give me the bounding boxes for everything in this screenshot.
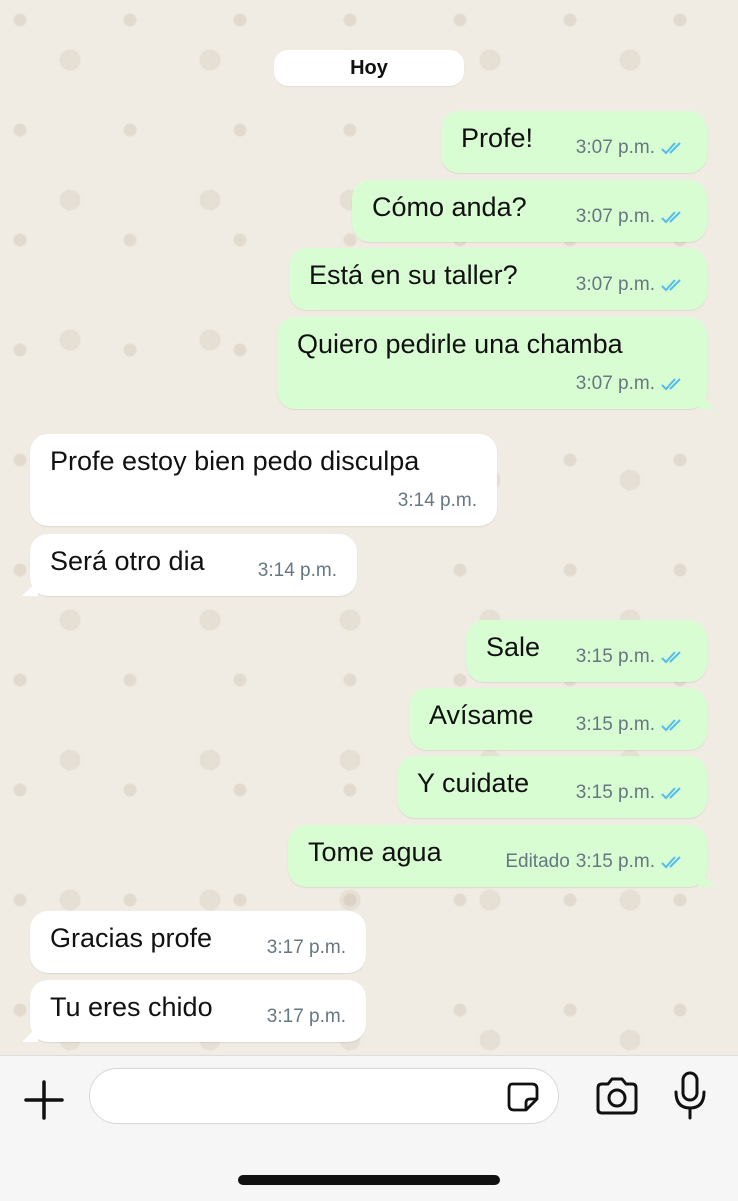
message-bubble-incoming[interactable]: Tu eres chido 3:17 p.m.	[22, 980, 366, 1042]
message-time: 3:14 p.m.	[397, 490, 477, 511]
message-input[interactable]	[89, 1068, 559, 1124]
edited-label: Editado	[505, 851, 570, 872]
bubble-tail	[699, 871, 715, 887]
double-check-icon	[661, 651, 681, 664]
double-check-icon	[661, 279, 681, 292]
message-bubble-incoming[interactable]: Será otro dia 3:14 p.m.	[22, 534, 357, 596]
message-time: 3:07 p.m.	[575, 206, 655, 227]
message-time: 3:14 p.m.	[257, 560, 337, 581]
home-indicator	[238, 1175, 500, 1185]
message-bubble-incoming[interactable]: Profe estoy bien pedo disculpa 3:14 p.m.	[30, 434, 497, 526]
message-meta: 3:07 p.m.	[576, 373, 687, 395]
message-input-bar	[0, 1055, 738, 1201]
message-meta: Editado 3:15 p.m.	[505, 851, 687, 873]
message-bubble-outgoing[interactable]: Está en su taller? 3:07 p.m.	[289, 248, 707, 310]
message-time: 3:17 p.m.	[266, 1006, 346, 1027]
message-text: Profe estoy bien pedo disculpa	[50, 446, 420, 476]
message-bubble-outgoing[interactable]: Tome agua Editado 3:15 p.m.	[288, 825, 715, 887]
message-meta: 3:17 p.m.	[267, 937, 346, 959]
message-text: Quiero pedirle una chamba	[297, 329, 623, 359]
message-text: Gracias profe	[50, 923, 213, 953]
message-bubble-outgoing[interactable]: Profe! 3:07 p.m.	[441, 111, 707, 173]
message-bubble-outgoing[interactable]: Avísame 3:15 p.m.	[409, 688, 707, 750]
message-bubble-outgoing[interactable]: Sale 3:15 p.m.	[466, 620, 707, 682]
bubble-tail	[22, 1026, 38, 1042]
chat-background: Hoy Profe! 3:07 p.m. Cómo anda? 3:07 p.m…	[0, 0, 738, 1055]
bubble-tail	[22, 580, 38, 596]
message-text-input[interactable]	[108, 1079, 492, 1115]
message-time: 3:15 p.m.	[575, 714, 655, 735]
double-check-icon	[661, 211, 681, 224]
message-time: 3:15 p.m.	[575, 782, 655, 803]
double-check-icon	[661, 378, 681, 391]
message-text: Sale	[486, 632, 541, 662]
message-meta: 3:15 p.m.	[576, 714, 687, 736]
message-time: 3:15 p.m.	[575, 646, 655, 667]
message-time: 3:17 p.m.	[266, 937, 346, 958]
message-meta: 3:15 p.m.	[576, 646, 687, 668]
message-text: Está en su taller?	[309, 260, 518, 290]
double-check-icon	[661, 787, 681, 800]
plus-icon[interactable]	[22, 1078, 66, 1122]
camera-icon[interactable]	[594, 1076, 640, 1116]
message-meta: 3:07 p.m.	[576, 206, 687, 228]
message-text: Y cuidate	[417, 768, 530, 798]
message-bubble-outgoing[interactable]: Y cuidate 3:15 p.m.	[397, 756, 707, 818]
message-bubble-incoming[interactable]: Gracias profe 3:17 p.m.	[30, 911, 366, 973]
message-time: 3:07 p.m.	[575, 137, 655, 158]
message-time: 3:07 p.m.	[575, 274, 655, 295]
date-separator: Hoy	[274, 50, 464, 86]
microphone-icon[interactable]	[672, 1070, 708, 1122]
double-check-icon	[661, 719, 681, 732]
message-meta: 3:17 p.m.	[267, 1006, 346, 1028]
message-meta: 3:07 p.m.	[576, 137, 687, 159]
message-time: 3:07 p.m.	[575, 373, 655, 394]
message-bubble-outgoing[interactable]: Quiero pedirle una chamba 3:07 p.m.	[277, 317, 715, 409]
message-text: Profe!	[461, 123, 534, 153]
message-bubble-outgoing[interactable]: Cómo anda? 3:07 p.m.	[352, 180, 707, 242]
message-text: Tome agua	[308, 837, 442, 867]
message-time: 3:15 p.m.	[575, 851, 655, 872]
message-meta: 3:07 p.m.	[576, 274, 687, 296]
message-text: Avísame	[429, 700, 534, 730]
double-check-icon	[661, 142, 681, 155]
message-meta: 3:15 p.m.	[576, 782, 687, 804]
message-meta: 3:14 p.m.	[258, 560, 337, 582]
bubble-tail	[699, 393, 715, 409]
message-meta: 3:14 p.m.	[398, 490, 477, 512]
double-check-icon	[661, 856, 681, 869]
message-text: Tu eres chido	[50, 992, 213, 1022]
message-text: Cómo anda?	[372, 192, 527, 222]
sticker-icon[interactable]	[506, 1081, 540, 1113]
message-text: Será otro dia	[50, 546, 205, 576]
